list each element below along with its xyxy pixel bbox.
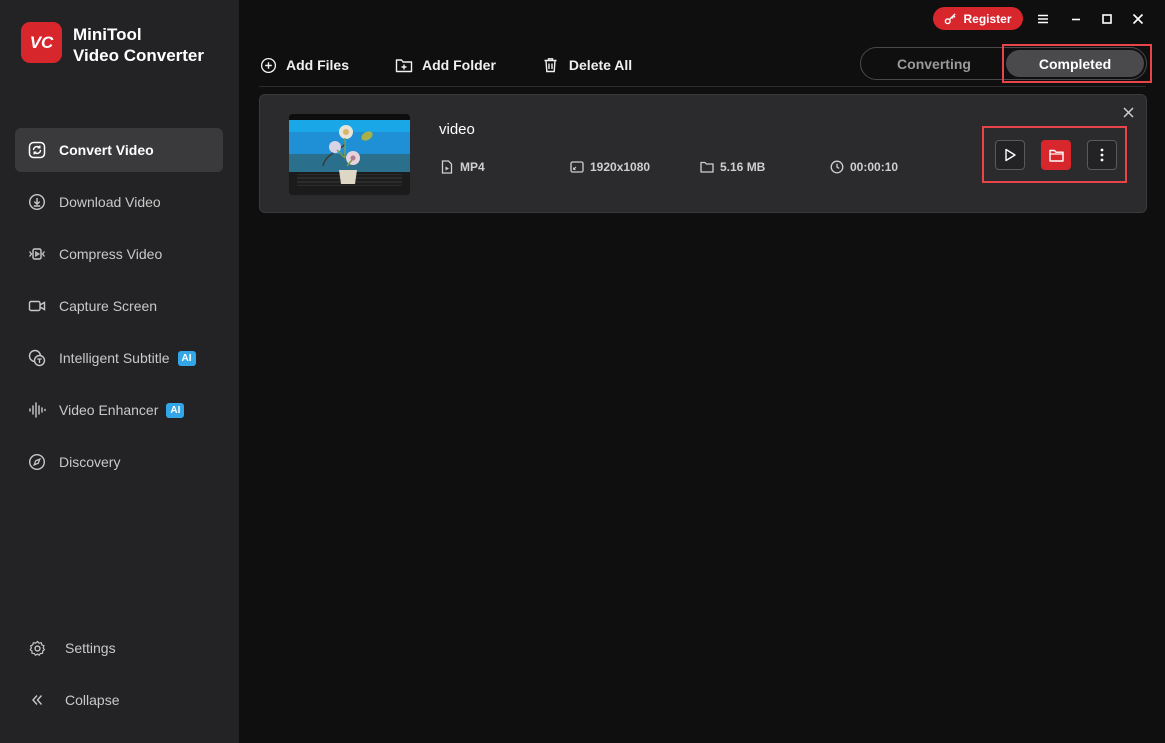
file-format: MP4 xyxy=(440,160,485,174)
register-label: Register xyxy=(963,11,1012,26)
sidebar-item-video-enhancer[interactable]: Video Enhancer AI xyxy=(15,388,223,432)
sidebar: VC MiniTool Video Converter Convert Vide… xyxy=(0,0,239,743)
minimize-icon xyxy=(1072,18,1080,21)
camera-icon xyxy=(27,296,47,316)
file-size: 5.16 MB xyxy=(700,160,765,174)
resolution-value: 1920x1080 xyxy=(590,160,651,174)
video-thumbnail[interactable] xyxy=(289,114,410,195)
tab-converting[interactable]: Converting xyxy=(864,50,1004,77)
menu-button[interactable] xyxy=(1032,8,1054,30)
close-icon xyxy=(1122,106,1134,118)
size-value: 5.16 MB xyxy=(720,160,766,174)
duration-value: 00:00:10 xyxy=(850,160,899,174)
delete-all-button[interactable]: Delete All xyxy=(542,56,632,74)
sidebar-item-intelligent-subtitle[interactable]: Intelligent Subtitle AI xyxy=(15,336,223,380)
clock-icon xyxy=(830,160,844,174)
compass-icon xyxy=(27,452,47,472)
ai-badge: AI xyxy=(177,350,196,366)
sidebar-item-download-video[interactable]: Download Video xyxy=(15,180,223,224)
sidebar-item-label: Compress Video xyxy=(59,246,163,262)
sidebar-item-label: Intelligent Subtitle xyxy=(59,350,170,366)
file-duration: 00:00:10 xyxy=(830,160,898,174)
app-title: MiniTool Video Converter xyxy=(73,24,204,66)
gear-icon xyxy=(27,638,47,658)
settings-button[interactable]: Settings xyxy=(27,638,227,658)
completed-tab-highlight xyxy=(1002,44,1152,83)
sidebar-item-label: Convert Video xyxy=(59,142,154,158)
close-window-button[interactable] xyxy=(1127,8,1149,30)
logo-text: VC xyxy=(29,32,54,52)
close-icon xyxy=(1132,13,1144,25)
app-title-line1: MiniTool xyxy=(73,25,142,44)
add-files-label: Add Files xyxy=(286,57,350,73)
convert-icon xyxy=(27,140,47,160)
sidebar-item-label: Download Video xyxy=(59,194,161,210)
ai-badge: AI xyxy=(166,402,185,418)
waveform-icon xyxy=(27,400,47,420)
collapse-label: Collapse xyxy=(65,692,120,708)
sidebar-item-label: Capture Screen xyxy=(59,298,158,314)
delete-all-label: Delete All xyxy=(568,57,633,73)
app-title-line2: Video Converter xyxy=(73,46,205,65)
folder-plus-icon xyxy=(395,56,413,74)
file-resolution: 1920x1080 xyxy=(570,160,650,174)
maximize-button[interactable] xyxy=(1096,8,1118,30)
sidebar-nav: Convert Video Download Video Compress Vi… xyxy=(15,128,223,492)
subtitle-icon xyxy=(27,348,47,368)
key-icon xyxy=(944,12,957,25)
settings-label: Settings xyxy=(65,640,116,656)
collapse-button[interactable]: Collapse xyxy=(27,690,227,710)
add-folder-button[interactable]: Add Folder xyxy=(395,56,496,74)
compress-icon xyxy=(27,244,47,264)
remove-file-button[interactable] xyxy=(1120,104,1136,120)
sidebar-item-compress-video[interactable]: Compress Video xyxy=(15,232,223,276)
hamburger-icon xyxy=(1038,14,1048,24)
sidebar-item-convert-video[interactable]: Convert Video xyxy=(15,128,223,172)
format-value: MP4 xyxy=(460,160,485,174)
resolution-icon xyxy=(570,160,584,174)
sidebar-item-label: Video Enhancer xyxy=(59,402,159,418)
sidebar-item-capture-screen[interactable]: Capture Screen xyxy=(15,284,223,328)
folder-icon xyxy=(700,160,714,174)
download-icon xyxy=(27,192,47,212)
file-icon xyxy=(440,160,454,174)
toolbar: Add Files Add Folder Delete All xyxy=(259,52,678,78)
app-logo: VC xyxy=(21,22,62,63)
actions-highlight xyxy=(982,126,1127,183)
double-chevron-left-icon xyxy=(27,690,47,710)
register-button[interactable]: Register xyxy=(933,7,1023,30)
sidebar-item-discovery[interactable]: Discovery xyxy=(15,440,223,484)
sidebar-item-label: Discovery xyxy=(59,454,121,470)
plus-circle-icon xyxy=(259,56,277,74)
add-files-button[interactable]: Add Files xyxy=(259,56,349,74)
minimize-button[interactable] xyxy=(1065,8,1087,30)
file-name: video xyxy=(439,121,475,138)
add-folder-label: Add Folder xyxy=(422,57,496,73)
trash-icon xyxy=(542,56,560,74)
maximize-icon xyxy=(1102,14,1112,24)
toolbar-divider xyxy=(259,86,1146,87)
